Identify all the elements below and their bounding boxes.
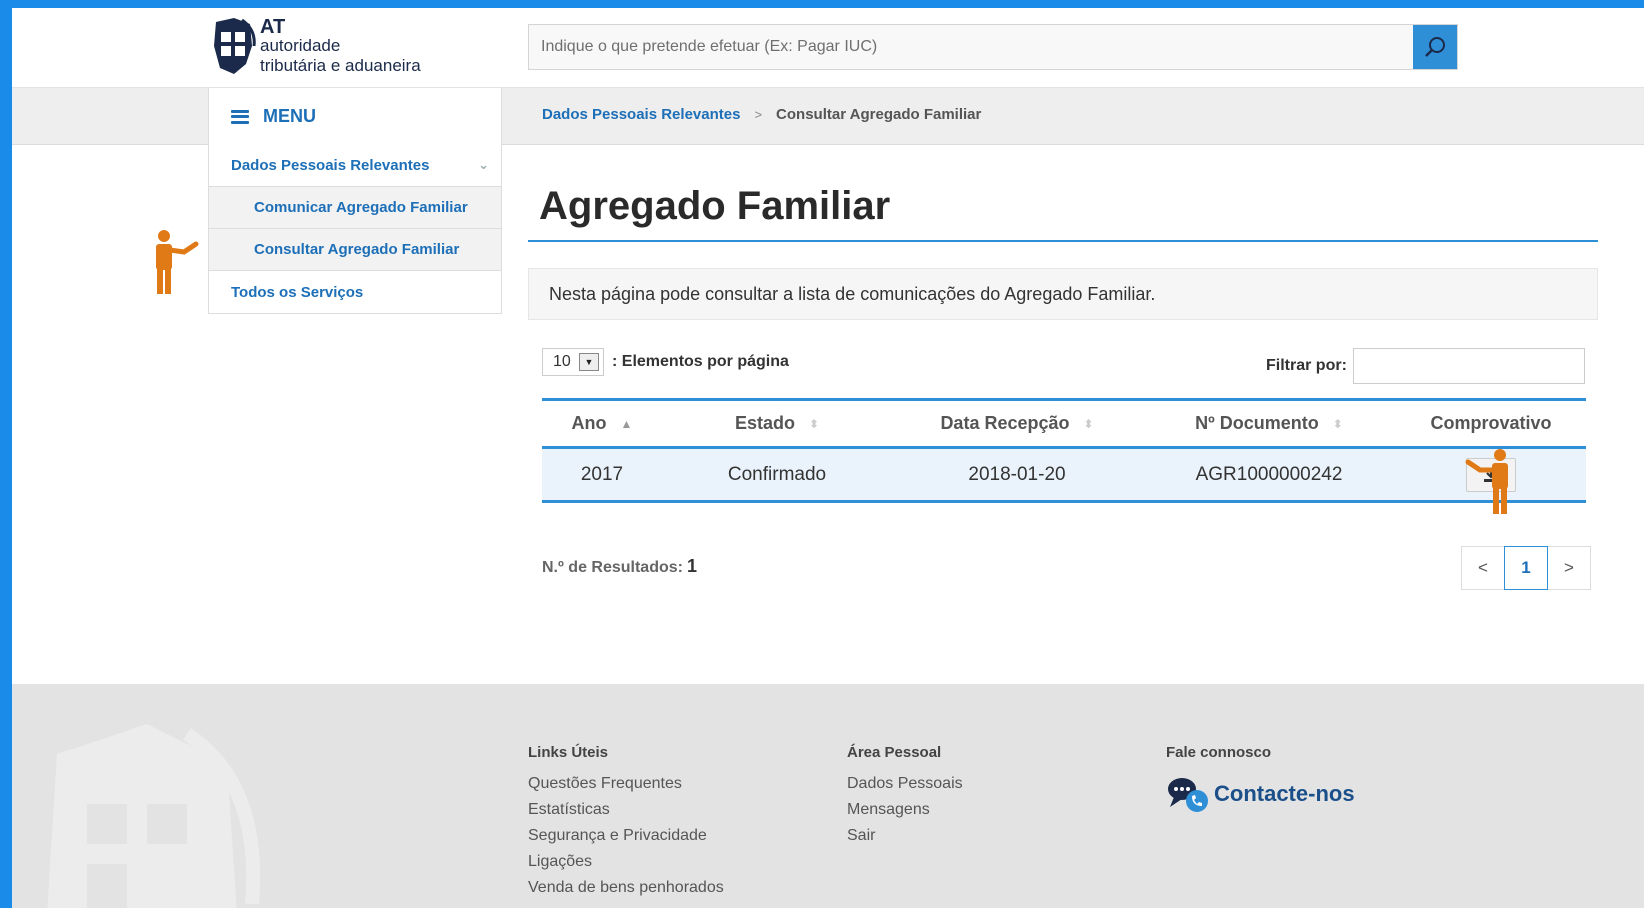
- agregado-table: Ano ▲ Estado ⬍ Data Recepção ⬍ Nº Documento…: [542, 398, 1586, 503]
- column-header-ano[interactable]: Ano ▲: [542, 400, 662, 448]
- footer-link[interactable]: Segurança e Privacidade: [528, 823, 724, 849]
- header-label: Ano: [571, 413, 607, 433]
- results-label: N.º de Resultados:: [542, 559, 683, 576]
- sidebar-item-todos-servicos[interactable]: Todos os Serviços: [209, 271, 501, 313]
- sidebar-item-dados-pessoais[interactable]: Dados Pessoais Relevantes ⌄: [209, 145, 501, 187]
- logo-line-3: tributária e aduaneira: [260, 56, 421, 75]
- column-header-estado[interactable]: Estado ⬍: [662, 400, 892, 448]
- column-header-num-documento[interactable]: Nº Documento ⬍: [1142, 400, 1396, 448]
- page-title: Agregado Familiar: [539, 184, 891, 228]
- at-emblem-icon: [214, 18, 256, 74]
- column-header-data-recepcao[interactable]: Data Recepção ⬍: [892, 400, 1142, 448]
- hamburger-icon: [231, 109, 249, 124]
- footer: Links Úteis Questões Frequentes Estatíst…: [12, 684, 1644, 908]
- results-value: 1: [686, 556, 697, 576]
- breadcrumb-current: Consultar Agregado Familiar: [776, 106, 982, 123]
- pagination: < 1 >: [1461, 546, 1591, 590]
- page-size-label: : Elementos por página: [612, 353, 789, 370]
- breadcrumb-separator: >: [754, 107, 763, 122]
- footer-col-title: Fale connosco: [1166, 744, 1272, 761]
- pointer-figure-icon: [1465, 449, 1508, 514]
- sort-asc-icon: ▲: [620, 417, 633, 432]
- sidebar-item-label: Comunicar Agregado Familiar: [254, 199, 468, 216]
- footer-col-fale-connosco: Fale connosco Contacte-nos: [1166, 744, 1355, 813]
- footer-emblem-icon: [47, 724, 261, 908]
- footer-link[interactable]: Ligações: [528, 849, 724, 875]
- header-label: Estado: [734, 413, 795, 433]
- sort-icon: ⬍: [1332, 417, 1343, 432]
- cell-estado: Confirmado: [662, 447, 892, 502]
- sort-icon: ⬍: [1083, 417, 1094, 432]
- cell-num-documento: AGR1000000242: [1142, 447, 1396, 502]
- column-header-comprovativo: Comprovativo: [1396, 400, 1586, 448]
- table-row: 2017 Confirmado 2018-01-20 AGR1000000242: [542, 447, 1586, 502]
- sidebar-item-label: Consultar Agregado Familiar: [254, 241, 460, 258]
- pagination-page-1[interactable]: 1: [1504, 546, 1548, 590]
- logo-line-1: AT: [260, 16, 286, 38]
- filter-label: Filtrar por:: [1266, 357, 1347, 374]
- sidebar-item-label: Todos os Serviços: [231, 283, 364, 301]
- contact-link[interactable]: Contacte-nos: [1166, 775, 1355, 813]
- footer-link[interactable]: Mensagens: [847, 797, 963, 823]
- cell-ano: 2017: [542, 447, 662, 502]
- pagination-next-button[interactable]: >: [1547, 546, 1591, 590]
- footer-col-area-pessoal: Área Pessoal Dados Pessoais Mensagens Sa…: [847, 744, 963, 849]
- page-frame: AT autoridade tributária e aduaneira MEN…: [12, 8, 1644, 908]
- search-icon: [1425, 37, 1445, 57]
- search-button[interactable]: [1413, 25, 1457, 69]
- search-bar: [528, 24, 1458, 70]
- pagination-prev-button[interactable]: <: [1461, 546, 1505, 590]
- filter-control: Filtrar por:: [1266, 348, 1585, 384]
- sort-icon: ⬍: [808, 417, 820, 432]
- header-label: Data Recepção: [940, 413, 1070, 433]
- footer-col-title: Links Úteis: [528, 744, 609, 761]
- contact-label: Contacte-nos: [1214, 781, 1355, 806]
- search-input[interactable]: [529, 25, 1413, 69]
- filter-input[interactable]: [1352, 348, 1585, 384]
- chat-phone-icon: [1168, 778, 1208, 812]
- sidebar-item-consultar[interactable]: Consultar Agregado Familiar: [209, 229, 501, 271]
- top-header: AT autoridade tributária e aduaneira: [12, 8, 1644, 88]
- footer-col-links-uteis: Links Úteis Questões Frequentes Estatíst…: [528, 744, 724, 901]
- footer-link[interactable]: Venda de bens penhorados: [528, 875, 724, 901]
- chevron-down-icon: ⌄: [478, 157, 489, 172]
- logo-line-2: autoridade: [260, 36, 341, 55]
- page-size-value: 10: [553, 353, 571, 370]
- sidebar-item-comunicar[interactable]: Comunicar Agregado Familiar: [209, 187, 501, 229]
- pointer-figure-icon: [156, 230, 199, 294]
- breadcrumb-parent-link[interactable]: Dados Pessoais Relevantes: [542, 106, 740, 123]
- title-divider: [528, 240, 1598, 242]
- menu-label: MENU: [263, 106, 316, 126]
- info-text: Nesta página pode consultar a lista de c…: [528, 268, 1598, 320]
- footer-col-title: Área Pessoal: [847, 744, 942, 761]
- cell-data-recepcao: 2018-01-20: [892, 447, 1142, 502]
- page-size-select[interactable]: 10 ▼: [542, 348, 604, 376]
- menu-toggle[interactable]: MENU: [208, 88, 502, 145]
- page-size-control: 10 ▼ : Elementos por página: [542, 348, 789, 376]
- results-count: N.º de Resultados: 1: [542, 556, 697, 577]
- breadcrumb: Dados Pessoais Relevantes > Consultar Ag…: [542, 106, 981, 123]
- footer-link[interactable]: Estatísticas: [528, 797, 724, 823]
- footer-link[interactable]: Sair: [847, 823, 963, 849]
- header-label: Nº Documento: [1195, 413, 1319, 433]
- sidebar-item-label: Dados Pessoais Relevantes: [231, 157, 430, 174]
- header-label: Comprovativo: [1430, 413, 1552, 433]
- footer-link[interactable]: Dados Pessoais: [847, 771, 963, 797]
- dropdown-arrow-icon: ▼: [579, 353, 599, 371]
- sidebar-menu: Dados Pessoais Relevantes ⌄ Comunicar Ag…: [208, 145, 502, 314]
- at-logo[interactable]: AT autoridade tributária e aduaneira: [212, 12, 452, 82]
- footer-link[interactable]: Questões Frequentes: [528, 771, 724, 797]
